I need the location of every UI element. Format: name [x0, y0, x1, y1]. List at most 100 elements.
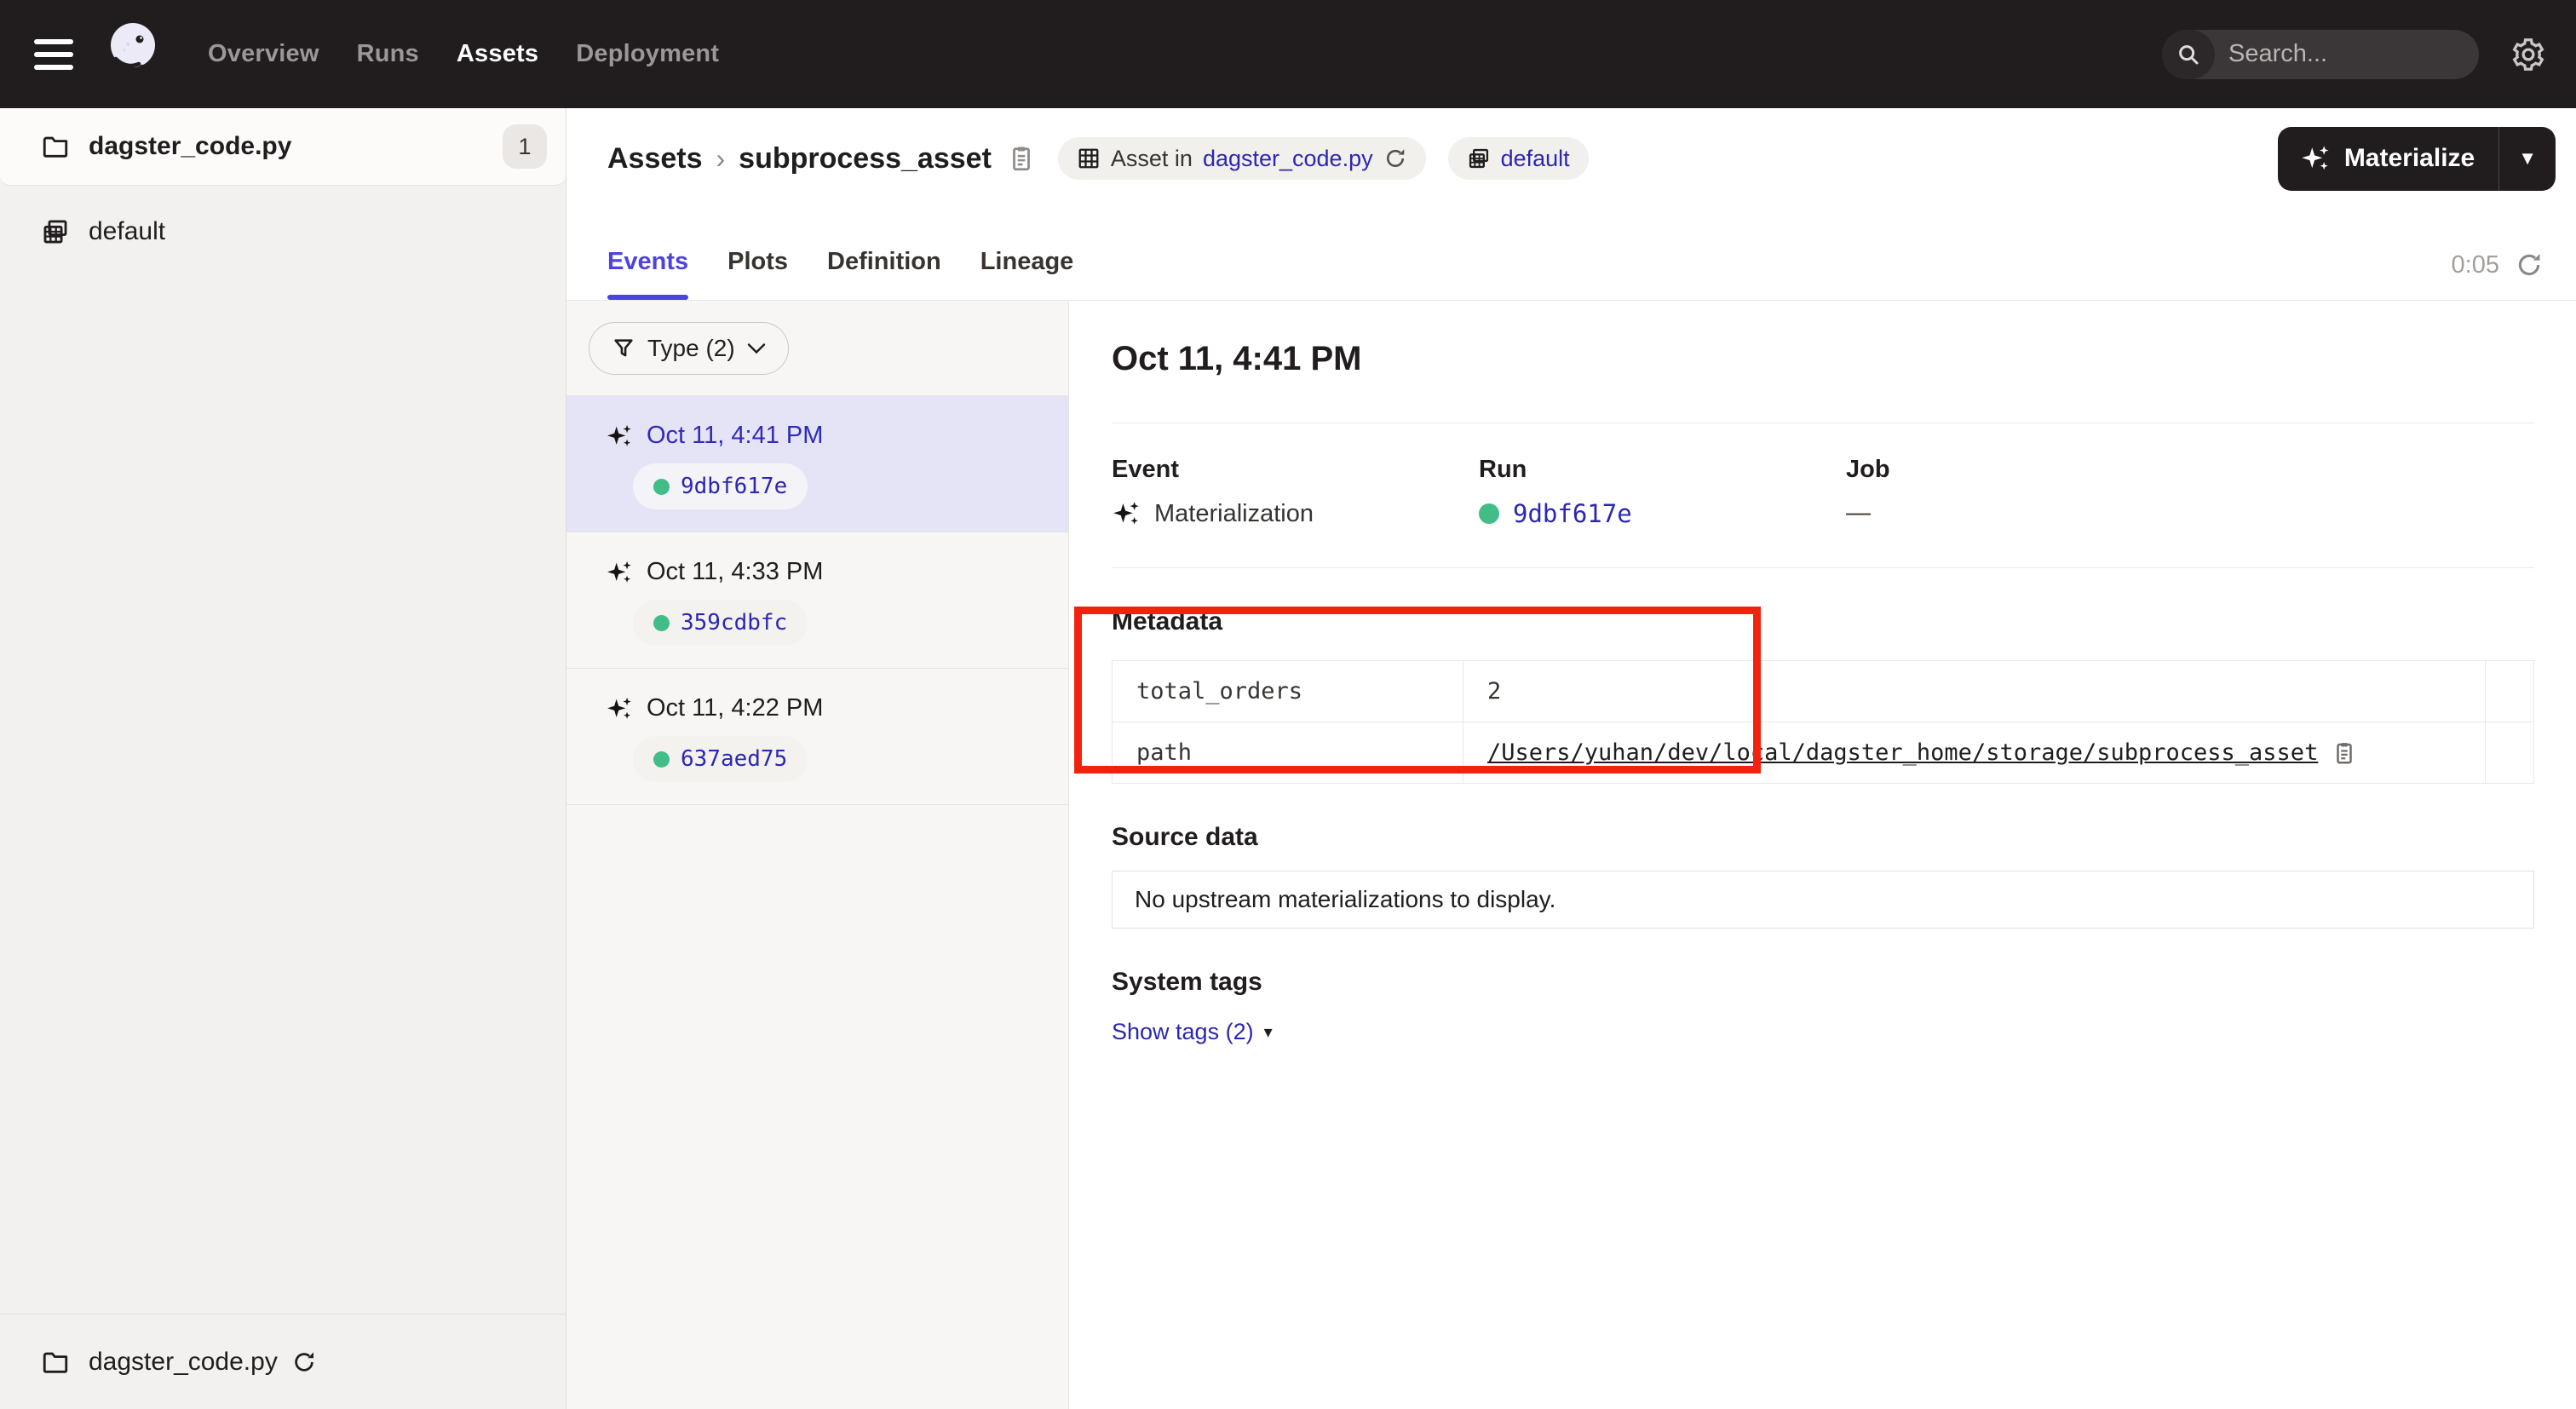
job-label: Job	[1846, 456, 2213, 484]
caret-down-icon: ▼	[2518, 147, 2537, 170]
code-location-label: dagster_code.py	[89, 132, 503, 161]
group-tag-link[interactable]: default	[1501, 146, 1570, 172]
breadcrumb: Assets › subprocess_asset Asset in dagst…	[566, 108, 2576, 209]
materialization-sparkle-icon	[606, 695, 633, 722]
sidebar-code-location-row[interactable]: dagster_code.py 1	[0, 108, 566, 186]
source-data-empty-message: No upstream materializations to display.	[1135, 886, 1555, 913]
chevron-down-icon	[747, 342, 766, 354]
nav-runs[interactable]: Runs	[357, 40, 419, 68]
primary-nav: Overview Runs Assets Deployment	[208, 40, 719, 68]
run-id-link[interactable]: 9dbf617e	[1513, 499, 1632, 528]
run-label: Run	[1479, 456, 1846, 484]
settings-gear-icon[interactable]	[2510, 36, 2547, 73]
tab-lineage[interactable]: Lineage	[980, 248, 1074, 300]
nav-overview[interactable]: Overview	[208, 40, 319, 68]
caret-down-icon: ▾	[1264, 1021, 1273, 1043]
job-column: Job —	[1846, 456, 2213, 528]
filter-funnel-icon	[612, 336, 635, 360]
global-search[interactable]: /	[2162, 30, 2479, 79]
event-filter-bar: Type (2)	[566, 301, 1068, 396]
metadata-actions-cell	[2486, 661, 2534, 722]
search-icon	[2162, 30, 2215, 79]
materialization-sparkle-icon	[606, 559, 633, 586]
top-navigation-bar: Overview Runs Assets Deployment /	[0, 0, 2576, 108]
metadata-row: total_orders 2	[1113, 661, 2534, 722]
event-summary-grid: Event Materialization Run 9dbf617e Job —	[1112, 456, 2534, 528]
tab-definition[interactable]: Definition	[827, 248, 941, 300]
run-status-dot	[653, 615, 670, 631]
run-column: Run 9dbf617e	[1479, 456, 1846, 528]
source-data-empty-state: No upstream materializations to display.	[1112, 871, 2534, 929]
copy-path-icon[interactable]	[2332, 740, 2357, 766]
refresh-timer: 0:05	[2452, 250, 2544, 279]
system-tags-heading: System tags	[1112, 968, 2534, 997]
refresh-icon[interactable]	[2515, 250, 2544, 279]
source-data-heading: Source data	[1112, 823, 2534, 852]
asset-tag-prefix: Asset in	[1111, 146, 1193, 172]
run-status-dot	[653, 479, 670, 495]
run-id-link[interactable]: 9dbf617e	[681, 474, 787, 499]
asset-sidebar: dagster_code.py 1 default dagster_code.p…	[0, 108, 566, 1409]
metadata-row: path /Users/yuhan/dev/local/dagster_home…	[1113, 722, 2534, 784]
show-tags-label: Show tags (2)	[1112, 1019, 1254, 1045]
materialize-button-group: Materialize ▼	[2278, 127, 2556, 191]
copy-asset-name-icon[interactable]	[1007, 144, 1036, 173]
materialization-sparkle-icon	[606, 423, 633, 450]
run-id-link[interactable]: 637aed75	[681, 746, 787, 772]
event-list-item[interactable]: Oct 11, 4:41 PM 9dbf617e	[566, 396, 1068, 532]
event-list-panel: Type (2) Oct 11, 4:41 PM 9dbf617e Oct 11…	[566, 301, 1069, 1409]
folder-icon	[41, 1348, 70, 1377]
event-list-item[interactable]: Oct 11, 4:33 PM 359cdbfc	[566, 532, 1068, 669]
event-label: Event	[1112, 456, 1479, 484]
event-detail-panel: Oct 11, 4:41 PM Event Materialization Ru…	[1069, 301, 2576, 1409]
hamburger-menu-icon[interactable]	[34, 39, 73, 70]
asset-icon	[1077, 147, 1101, 170]
group-label: default	[89, 217, 165, 246]
tab-events[interactable]: Events	[607, 248, 688, 300]
page-title: subprocess_asset	[739, 142, 992, 175]
materialize-button[interactable]: Materialize	[2278, 143, 2498, 174]
reload-location-icon[interactable]	[1383, 147, 1407, 170]
run-id-link[interactable]: 359cdbfc	[681, 610, 787, 635]
storage-path-link[interactable]: /Users/yuhan/dev/local/dagster_home/stor…	[1487, 739, 2318, 766]
folder-icon	[41, 132, 70, 161]
asset-group-tag: default	[1448, 137, 1589, 180]
run-id-pill[interactable]: 9dbf617e	[633, 463, 808, 509]
reload-icon[interactable]	[291, 1349, 317, 1375]
sidebar-group-default[interactable]: default	[0, 204, 566, 259]
event-list-item[interactable]: Oct 11, 4:22 PM 637aed75	[566, 669, 1068, 805]
run-id-pill[interactable]: 637aed75	[633, 736, 808, 782]
event-type-value: Materialization	[1154, 500, 1314, 528]
asset-page-header: Assets › subprocess_asset Asset in dagst…	[566, 108, 2576, 301]
metadata-value: 2	[1463, 661, 2486, 722]
run-status-dot	[653, 751, 670, 768]
refresh-countdown: 0:05	[2452, 251, 2499, 279]
event-timestamp: Oct 11, 4:41 PM	[647, 422, 823, 450]
event-timestamp: Oct 11, 4:22 PM	[647, 694, 823, 722]
asset-location-tag: Asset in dagster_code.py	[1058, 137, 1426, 180]
group-icon	[1467, 147, 1491, 170]
breadcrumb-assets-link[interactable]: Assets	[607, 142, 703, 175]
metadata-key: path	[1113, 722, 1463, 784]
asset-count-badge: 1	[503, 124, 547, 169]
nav-deployment[interactable]: Deployment	[576, 40, 719, 68]
asset-tabs: Events Plots Definition Lineage 0:05	[566, 209, 2576, 300]
dagster-logo[interactable]	[102, 18, 162, 91]
metadata-actions-cell	[2486, 722, 2534, 784]
asset-tag-code-location-link[interactable]: dagster_code.py	[1203, 146, 1373, 172]
footer-code-location-label: dagster_code.py	[89, 1348, 278, 1377]
materialize-sparkle-icon	[2300, 143, 2331, 174]
event-column: Event Materialization	[1112, 456, 1479, 528]
metadata-table: total_orders 2 path /Users/yuhan/dev/loc…	[1112, 660, 2534, 784]
materialize-dropdown-button[interactable]: ▼	[2499, 147, 2556, 170]
run-id-pill[interactable]: 359cdbfc	[633, 600, 808, 646]
search-input[interactable]	[2215, 40, 2479, 68]
breadcrumb-separator: ›	[716, 143, 726, 175]
tab-plots[interactable]: Plots	[727, 248, 788, 300]
materialization-sparkle-icon	[1112, 499, 1141, 528]
show-tags-toggle[interactable]: Show tags (2) ▾	[1112, 1019, 1273, 1045]
metadata-heading: Metadata	[1112, 607, 2534, 636]
nav-assets[interactable]: Assets	[457, 40, 538, 68]
type-filter-button[interactable]: Type (2)	[589, 322, 789, 375]
sidebar-footer: dagster_code.py	[0, 1314, 566, 1409]
